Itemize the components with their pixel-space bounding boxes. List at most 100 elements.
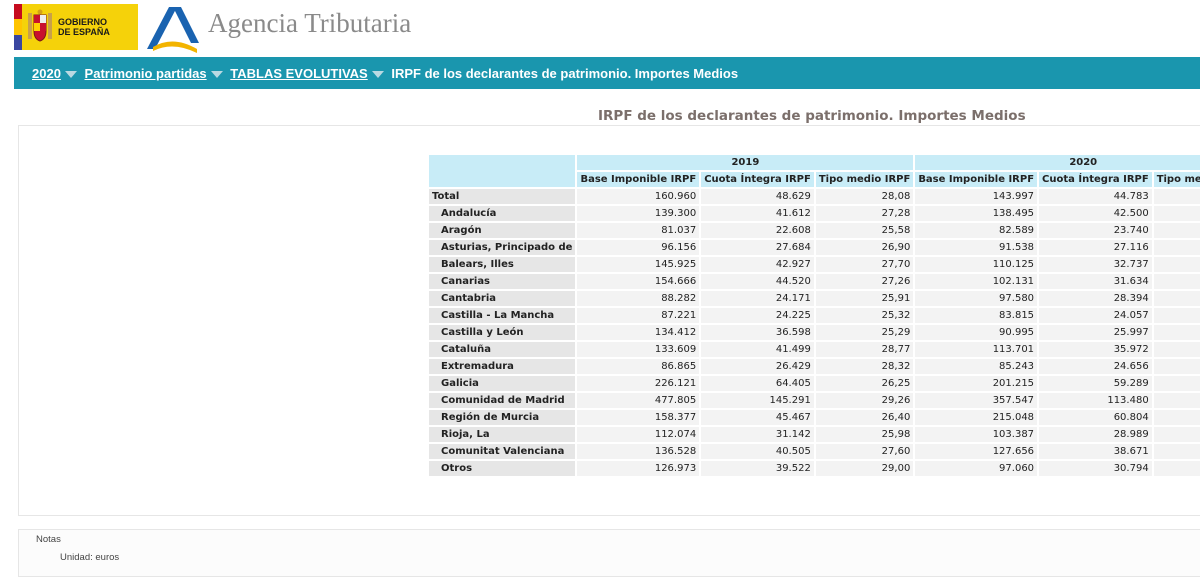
year-header-2020: 2020 (915, 155, 1200, 170)
table-cell: 127.656 (915, 444, 1038, 459)
table-cell: 29,26 (815, 393, 914, 408)
table-cell: 477.805 (577, 393, 700, 408)
table-row: Andalucía 139.300 41.612 27,28 138.495 42.500… (429, 206, 1200, 221)
table-cell: 133.609 (577, 342, 700, 357)
agencia-tributaria-logo-icon[interactable] (143, 3, 203, 53)
table-cell: 45.467 (701, 410, 814, 425)
chevron-down-icon[interactable] (210, 70, 223, 78)
column-header-base-2019: Base Imponible IRPF (577, 172, 700, 187)
breadcrumb-section-link[interactable]: Patrimonio partidas (85, 66, 207, 81)
table-cell: 27,63 (1153, 206, 1200, 221)
table-cell: 28,77 (815, 342, 914, 357)
table-cell: 110.125 (915, 257, 1038, 272)
table-cell: 27,82 (1153, 444, 1200, 459)
table-cell: 25,29 (815, 325, 914, 340)
row-label: Andalucía (429, 206, 576, 221)
table-cell: 139.300 (577, 206, 700, 221)
table-cell: 96.156 (577, 240, 700, 255)
table-cell: 39.522 (701, 461, 814, 476)
table-cell: 35.972 (1039, 342, 1152, 357)
table-cell: 64.405 (701, 376, 814, 391)
table-cell: 91.538 (915, 240, 1038, 255)
table-cell: 27.684 (701, 240, 814, 255)
table-row: Cataluña133.60941.49928,77113.70135.9722… (429, 342, 1200, 357)
row-label: Otros (429, 461, 576, 476)
table-cell: 103.387 (915, 427, 1038, 442)
row-label: Región de Murcia (429, 410, 576, 425)
table-cell: 31.142 (701, 427, 814, 442)
table-cell: 32.737 (1039, 257, 1152, 272)
table-cell: 83.815 (915, 308, 1038, 323)
row-label: Cataluña (429, 342, 576, 357)
table-cell: 136.528 (577, 444, 700, 459)
table-row: Comunidad de Madrid 477.805 145.291 29,26 35… (429, 393, 1200, 408)
table-cell: 26,25 (815, 376, 914, 391)
table-cell: 24.225 (701, 308, 814, 323)
breadcrumb-subsection-link[interactable]: TABLAS EVOLUTIVAS (230, 66, 367, 81)
notes-text: Unidad: euros (60, 552, 120, 563)
table-cell: 24.656 (1039, 359, 1152, 374)
table-cell: 24.171 (701, 291, 814, 306)
table-cell: 86.865 (577, 359, 700, 374)
row-label: Canarias (429, 274, 576, 289)
table-cell: 28,08 (815, 189, 914, 204)
agency-name[interactable]: Agencia Tributaria (208, 8, 411, 39)
table-cell: 38.671 (1039, 444, 1152, 459)
column-header-cuota-2019: Cuota Íntegra IRPF (701, 172, 814, 187)
breadcrumb-current: IRPF de los declarantes de patrimonio. I… (391, 66, 739, 81)
table-cell: 102.131 (915, 274, 1038, 289)
table-cell: 28,59 (1153, 274, 1200, 289)
table-cell: 27,11 (1153, 240, 1200, 255)
row-label: Comunitat Valenciana (429, 444, 576, 459)
table-cell: 28,94 (1153, 342, 1200, 357)
gob-logo-text: GOBIERNO DE ESPAÑA (58, 17, 110, 37)
table-cell: 27,70 (815, 257, 914, 272)
table-cell: 29,00 (815, 461, 914, 476)
row-label: Galicia (429, 376, 576, 391)
table-cell: 23.740 (1039, 223, 1152, 238)
table-cell: 143.997 (915, 189, 1038, 204)
row-label: Balears, Illes (429, 257, 576, 272)
table-cell: 88.282 (577, 291, 700, 306)
column-header-tipo-2020: Tipo medio IRPF (1153, 172, 1200, 187)
table-cell: 145.925 (577, 257, 700, 272)
table-cell: 25,58 (815, 223, 914, 238)
gobierno-de-espana-logo[interactable]: GOBIERNO DE ESPAÑA (14, 4, 138, 50)
table-cell: 25,98 (815, 427, 914, 442)
table-cell: 25,60 (1153, 410, 1200, 425)
table-cell: 28,32 (815, 359, 914, 374)
table-cell: 26,61 (1153, 359, 1200, 374)
table-cell: 36.598 (701, 325, 814, 340)
table-cell: 27,26 (1153, 257, 1200, 272)
chevron-down-icon[interactable] (371, 70, 384, 78)
table-row: Balears, Illes 145.925 42.927 27,70 110.125 3… (429, 257, 1200, 272)
table-row: Extremadura 86.865 26.429 28,32 85.243 24.656… (429, 359, 1200, 374)
page-title: IRPF de los declarantes de patrimonio. I… (598, 108, 1026, 124)
table-cell: 44.520 (701, 274, 814, 289)
row-label: Total (429, 189, 576, 204)
table-cell: 85.243 (915, 359, 1038, 374)
table-row: Cantabria88.28224.17125,9197.58028.39426… (429, 291, 1200, 306)
column-header-cuota-2020: Cuota Íntegra IRPF (1039, 172, 1152, 187)
table-cell: 31.634 (1039, 274, 1152, 289)
column-header-tipo-2019: Tipo medio IRPF (815, 172, 914, 187)
table-cell: 24.057 (1039, 308, 1152, 323)
table-body: Total160.96048.62928,08143.99744.78328,4… (429, 189, 1200, 476)
column-header-base-2020: Base Imponible IRPF (915, 172, 1038, 187)
breadcrumb-year-link[interactable]: 2020 (32, 66, 61, 81)
table-cell: 30.794 (1039, 461, 1152, 476)
chevron-down-icon[interactable] (64, 70, 77, 78)
table-cell: 41.499 (701, 342, 814, 357)
table-row: Rioja, La 112.074 31.142 25,98 103.387 28.989… (429, 427, 1200, 442)
table-cell: 158.377 (577, 410, 700, 425)
table-row: Castilla - La Mancha 87.221 24.225 25,32 83.… (429, 308, 1200, 323)
row-label: Extremadura (429, 359, 576, 374)
table-cell: 113.701 (915, 342, 1038, 357)
table-cell: 59.289 (1039, 376, 1152, 391)
table-cell: 28.989 (1039, 427, 1152, 442)
table-cell: 82.589 (915, 223, 1038, 238)
table-cell: 25,82 (1153, 427, 1200, 442)
table-cell: 90.995 (915, 325, 1038, 340)
table-cell: 42.927 (701, 257, 814, 272)
notes-panel: Notas Unidad: euros (18, 529, 1200, 577)
